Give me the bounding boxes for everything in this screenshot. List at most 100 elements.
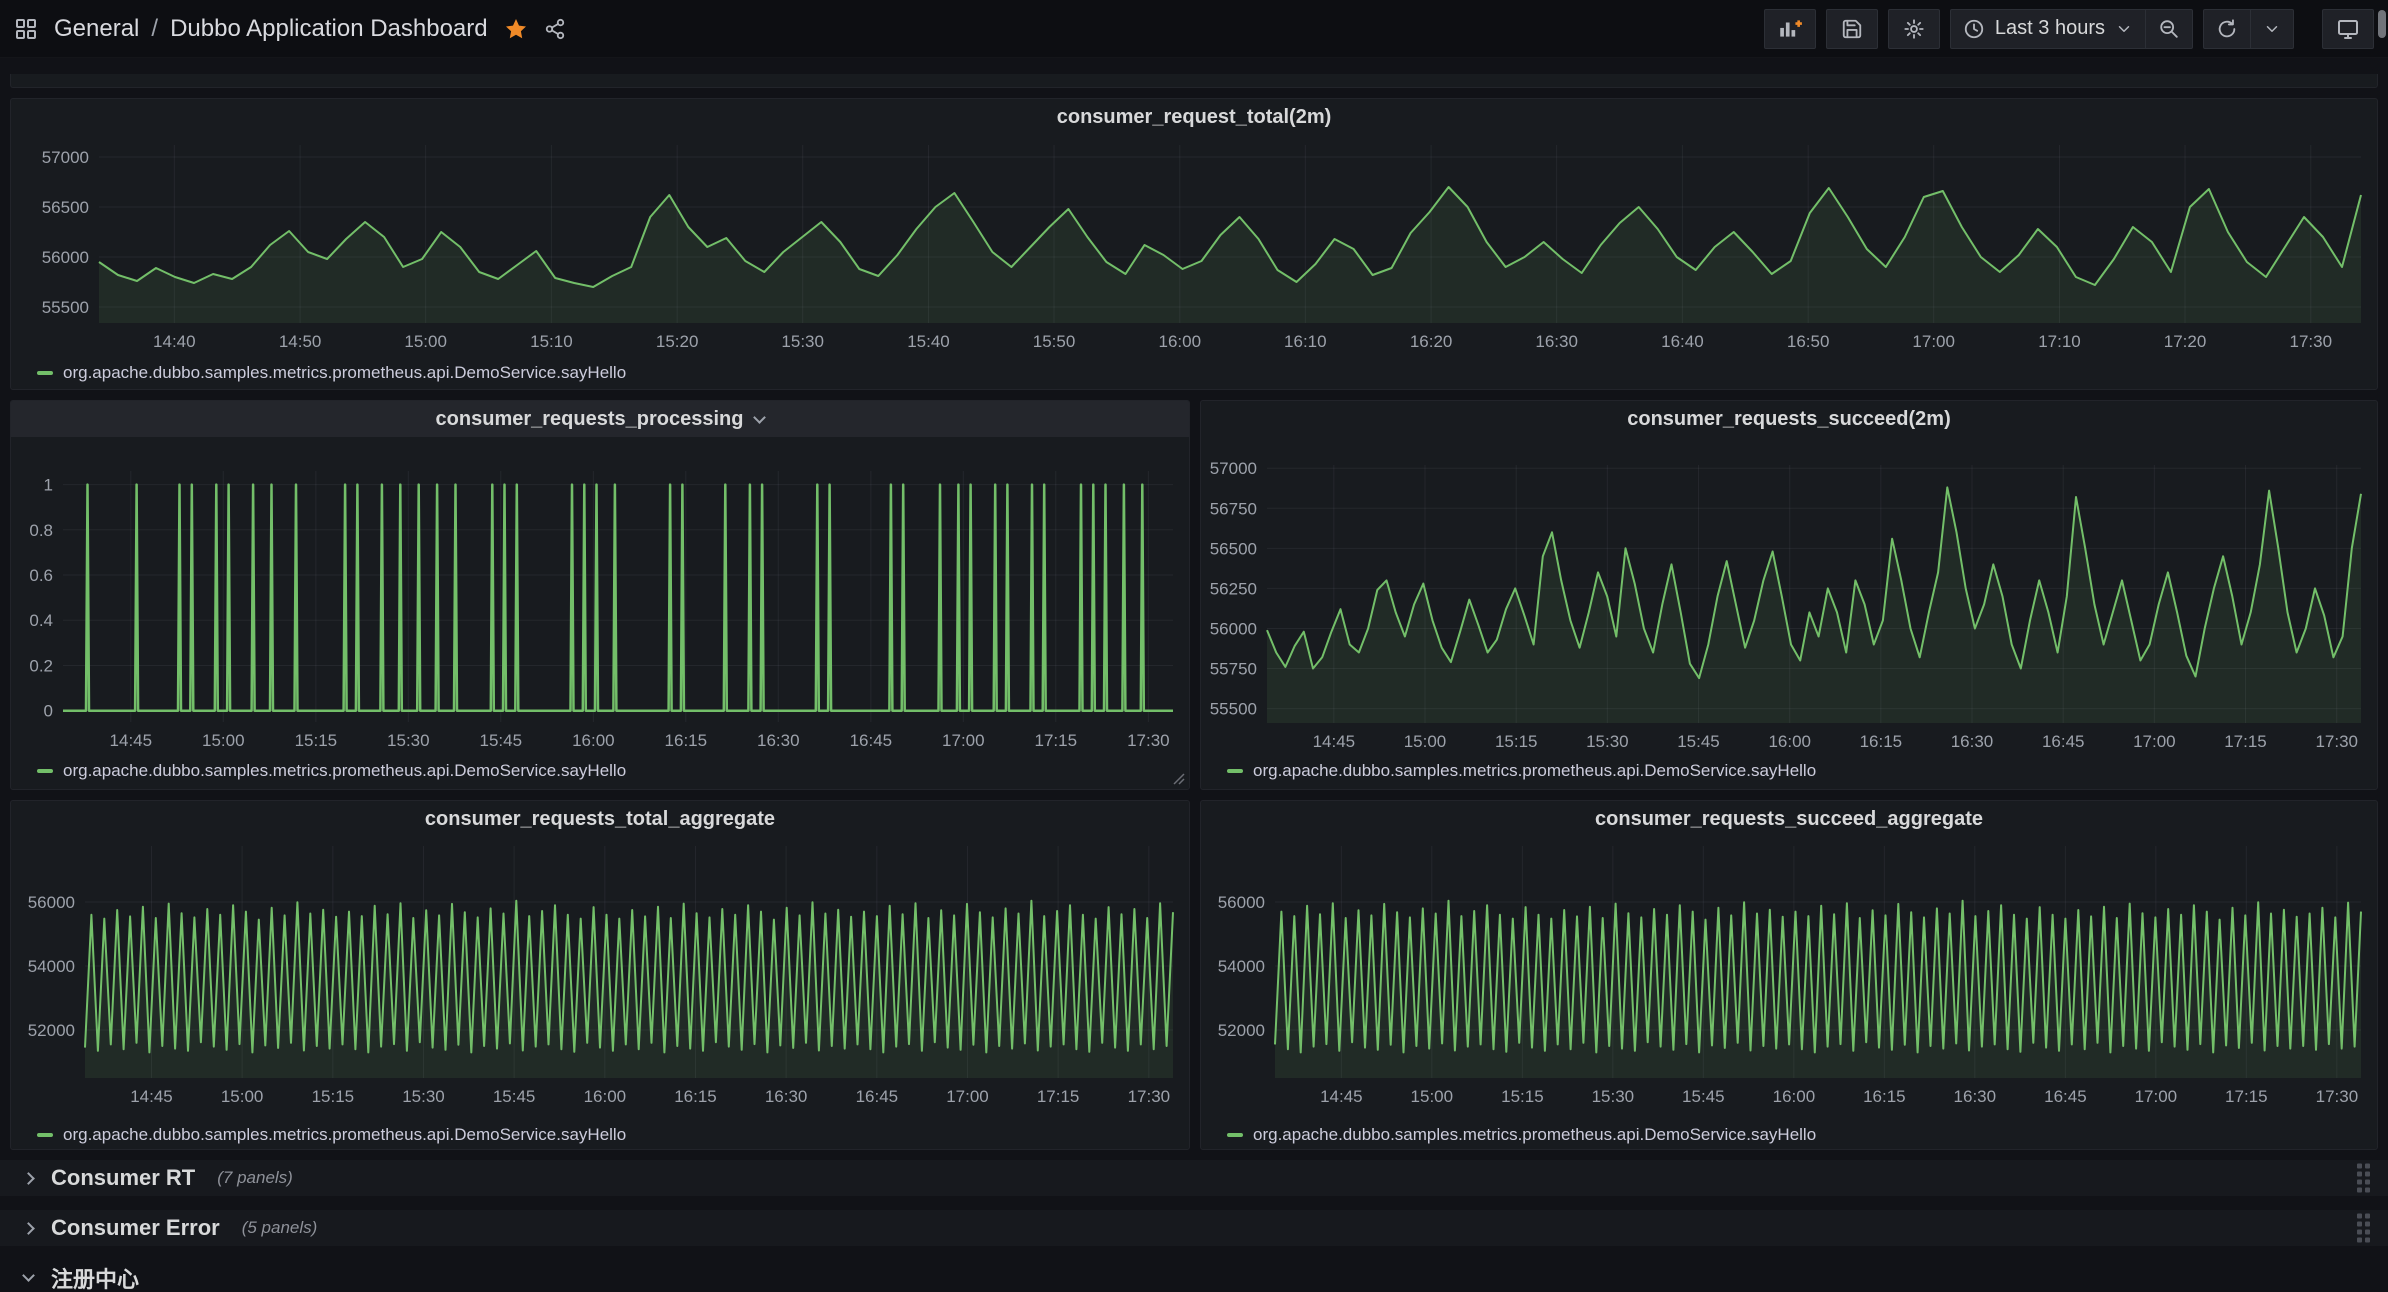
panel-consumer-requests-succeed-aggregate: consumer_requests_succeed_aggregate 14:4… <box>1200 800 2378 1150</box>
y-axis-label: 57000 <box>1210 459 1257 478</box>
x-axis-label: 15:30 <box>387 731 430 749</box>
y-axis-label: 54000 <box>28 957 75 976</box>
x-axis-label: 16:00 <box>1159 332 1202 351</box>
dashboard-title[interactable]: Dubbo Application Dashboard <box>170 15 488 43</box>
x-axis-label: 15:15 <box>312 1087 355 1106</box>
x-axis-label: 17:00 <box>1912 332 1955 351</box>
row-drag-handle[interactable] <box>2357 1164 2370 1193</box>
time-series-chart[interactable]: 14:4515:0015:1515:3015:4516:0016:1516:30… <box>11 437 1189 749</box>
x-axis-label: 14:40 <box>153 332 196 351</box>
panel-title[interactable]: consumer_requests_succeed(2m) <box>1201 401 2377 437</box>
x-axis-label: 16:15 <box>665 731 708 749</box>
legend-swatch <box>37 1133 53 1137</box>
x-axis-label: 16:15 <box>1860 732 1903 749</box>
dashboard-settings-button[interactable] <box>1888 9 1940 49</box>
x-axis-label: 17:15 <box>1035 731 1078 749</box>
x-axis-label: 16:00 <box>1768 732 1811 749</box>
panel-consumer-request-total: consumer_request_total(2m) 14:4014:5015:… <box>10 98 2378 390</box>
chevron-down-icon <box>2115 20 2133 38</box>
chevron-right-icon <box>22 1172 35 1185</box>
y-axis-label: 0.2 <box>29 656 53 675</box>
x-axis-label: 17:00 <box>2135 1087 2178 1106</box>
series-area <box>1267 487 2361 723</box>
legend-item[interactable]: org.apache.dubbo.samples.metrics.prometh… <box>11 1118 1189 1152</box>
x-axis-label: 15:00 <box>1411 1087 1454 1106</box>
x-axis-label: 14:50 <box>279 332 322 351</box>
time-series-chart[interactable]: 14:4515:0015:1515:3015:4516:0016:1516:30… <box>11 837 1189 1113</box>
legend-item[interactable]: org.apache.dubbo.samples.metrics.prometh… <box>1201 1118 2377 1152</box>
x-axis-label: 14:45 <box>110 731 153 749</box>
x-axis-label: 16:30 <box>1951 732 1994 749</box>
legend-label: org.apache.dubbo.samples.metrics.prometh… <box>63 761 626 781</box>
panel-title[interactable]: consumer_request_total(2m) <box>11 99 2377 135</box>
breadcrumb-folder[interactable]: General <box>54 15 139 43</box>
x-axis-label: 15:00 <box>202 731 245 749</box>
x-axis-label: 17:30 <box>2315 732 2358 749</box>
x-axis-label: 17:15 <box>1037 1087 1080 1106</box>
y-axis-label: 56500 <box>42 198 89 217</box>
y-axis-label: 0.4 <box>29 611 53 630</box>
monitor-icon <box>2336 17 2360 41</box>
share-icon[interactable] <box>544 18 566 40</box>
time-range-picker[interactable]: Last 3 hours <box>1951 10 2145 48</box>
panel-resize-handle[interactable] <box>1173 773 1185 785</box>
chevron-down-icon <box>22 1269 35 1282</box>
x-axis-label: 16:15 <box>674 1087 717 1106</box>
y-axis-label: 52000 <box>28 1021 75 1040</box>
time-series-chart[interactable]: 14:4515:0015:1515:3015:4516:0016:1516:30… <box>1201 837 2377 1113</box>
x-axis-label: 16:40 <box>1661 332 1704 351</box>
panel-title[interactable]: consumer_requests_succeed_aggregate <box>1201 801 2377 837</box>
refresh-interval-dropdown[interactable] <box>2250 10 2293 48</box>
x-axis-label: 15:15 <box>1501 1087 1544 1106</box>
panel-title-text: consumer_requests_total_aggregate <box>425 808 775 831</box>
y-axis-label: 0.8 <box>29 521 53 540</box>
cycle-view-mode-button[interactable] <box>2322 9 2374 49</box>
legend-swatch <box>1227 769 1243 773</box>
add-panel-button[interactable] <box>1764 9 1816 49</box>
legend-label: org.apache.dubbo.samples.metrics.prometh… <box>1253 1125 1816 1145</box>
breadcrumb[interactable]: General / Dubbo Application Dashboard <box>54 15 488 43</box>
x-axis-label: 16:00 <box>572 731 615 749</box>
x-axis-label: 15:45 <box>480 731 523 749</box>
time-series-chart[interactable]: 14:4014:5015:0015:1015:2015:3015:4015:50… <box>11 135 2377 351</box>
x-axis-label: 17:15 <box>2224 732 2267 749</box>
y-axis-label: 56000 <box>42 248 89 267</box>
row-registry-center[interactable]: 注册中心 <box>0 1258 2388 1292</box>
y-axis-label: 56250 <box>1210 579 1257 598</box>
x-axis-label: 16:20 <box>1410 332 1453 351</box>
favorite-star-icon[interactable] <box>504 17 528 41</box>
x-axis-label: 15:45 <box>1677 732 1720 749</box>
x-axis-label: 15:30 <box>402 1087 445 1106</box>
panel-title[interactable]: consumer_requests_total_aggregate <box>11 801 1189 837</box>
y-axis-label: 55500 <box>1210 700 1257 719</box>
row-drag-handle[interactable] <box>2357 1214 2370 1243</box>
x-axis-label: 16:45 <box>2042 732 2085 749</box>
row-consumer-error[interactable]: Consumer Error (5 panels) <box>0 1210 2388 1246</box>
scrollbar-thumb[interactable] <box>2378 10 2386 38</box>
legend-item[interactable]: org.apache.dubbo.samples.metrics.prometh… <box>1201 754 2377 788</box>
x-axis-label: 16:10 <box>1284 332 1327 351</box>
x-axis-label: 15:15 <box>1495 732 1538 749</box>
save-dashboard-button[interactable] <box>1826 9 1878 49</box>
x-axis-label: 17:00 <box>942 731 985 749</box>
add-panel-icon <box>1777 16 1803 42</box>
refresh-button[interactable] <box>2204 10 2250 48</box>
panel-title-menu[interactable]: consumer_requests_processing <box>11 401 1189 437</box>
time-series-chart[interactable]: 14:4515:0015:1515:3015:4516:0016:1516:30… <box>1201 437 2377 749</box>
x-axis-label: 17:30 <box>1128 1087 1171 1106</box>
row-title: Consumer Error <box>51 1215 220 1241</box>
y-axis-label: 56000 <box>1218 893 1265 912</box>
y-axis-label: 56000 <box>1210 619 1257 638</box>
x-axis-label: 16:45 <box>856 1087 899 1106</box>
x-axis-label: 15:45 <box>1682 1087 1725 1106</box>
x-axis-label: 17:15 <box>2225 1087 2268 1106</box>
row-consumer-rt[interactable]: Consumer RT (7 panels) <box>0 1160 2388 1196</box>
legend-item[interactable]: org.apache.dubbo.samples.metrics.prometh… <box>11 754 1189 788</box>
zoom-out-button[interactable] <box>2145 10 2192 48</box>
x-axis-label: 16:30 <box>1535 332 1578 351</box>
x-axis-label: 16:50 <box>1787 332 1830 351</box>
x-axis-label: 16:15 <box>1863 1087 1906 1106</box>
apps-grid-icon[interactable] <box>14 17 38 41</box>
legend-item[interactable]: org.apache.dubbo.samples.metrics.prometh… <box>11 356 2377 390</box>
x-axis-label: 15:15 <box>295 731 338 749</box>
